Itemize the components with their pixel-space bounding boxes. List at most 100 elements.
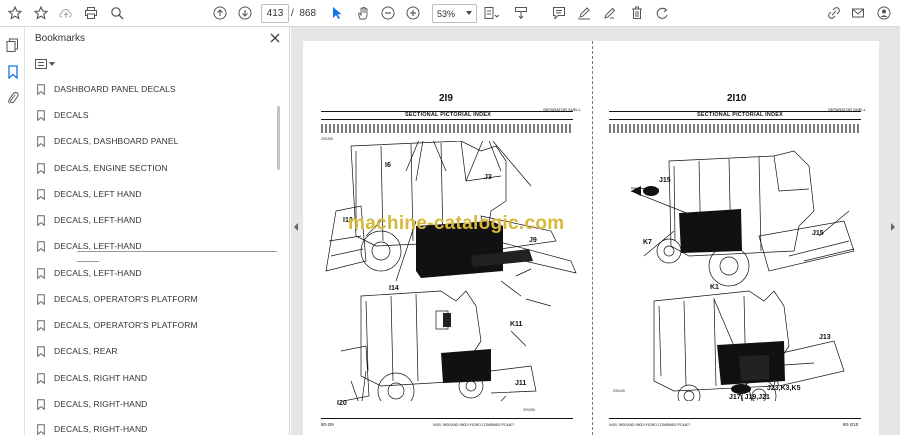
- zoom-search-icon[interactable]: [109, 4, 125, 22]
- bookmark-label: DECALS, OPERATOR'S PLATFORM: [54, 294, 198, 304]
- bookmark-item[interactable]: DECALS, REAR: [37, 341, 118, 361]
- bookmark-item[interactable]: DECALS: [37, 105, 89, 125]
- bookmark-label: DECALS, OPERATOR'S PLATFORM: [54, 320, 198, 330]
- bookmark-label: DECALS, DASHBOARD PANEL: [54, 136, 179, 146]
- account-icon[interactable]: [876, 4, 892, 22]
- bookmark-item[interactable]: DECALS, OPERATOR'S PLATFORM: [37, 289, 198, 309]
- footer-rule: [321, 418, 573, 419]
- highlight-pen-icon[interactable]: [576, 4, 592, 22]
- bookmark-label: DECALS, ENGINE SECTION: [54, 163, 168, 173]
- collapse-left-icon[interactable]: [294, 223, 298, 231]
- bookmark-icon: [37, 162, 45, 174]
- zoom-level-select[interactable]: 53%: [432, 4, 477, 23]
- select-cursor-icon[interactable]: [330, 4, 344, 22]
- selection-underline: [77, 251, 277, 252]
- close-icon[interactable]: [269, 31, 281, 43]
- bookmark-label: DECALS, LEFT-HAND: [54, 241, 142, 251]
- chevron-down-icon: [49, 62, 55, 66]
- print-icon[interactable]: [83, 4, 99, 22]
- footer-center: 9400, 9500 AND 9500 HYDRO COMBINES PC440…: [433, 423, 515, 427]
- attachment-icon[interactable]: [4, 89, 21, 107]
- bookmark-icon: [37, 293, 45, 305]
- hand-tool-icon[interactable]: [355, 4, 371, 22]
- trash-icon[interactable]: [629, 4, 645, 22]
- bookmark-item[interactable]: DECALS, OPERATOR'S PLATFORM: [37, 315, 198, 335]
- bookmark-label: DECALS, RIGHT HAND: [54, 373, 148, 383]
- pdf-page-spread: 2I9 SEPARATOR SHELL SECTIONAL PICTORIAL …: [303, 41, 879, 435]
- bookmark-label: DECALS, LEFT-HAND: [54, 268, 142, 278]
- bookmark-item[interactable]: DECALS, LEFT HAND: [37, 184, 142, 204]
- draw-icon[interactable]: [602, 4, 618, 22]
- bookmark-label: DECALS, REAR: [54, 346, 118, 356]
- bookmark-label: DECALS, LEFT HAND: [54, 189, 142, 199]
- bookmark-options-button[interactable]: [35, 57, 57, 71]
- bookmark-item[interactable]: DASHBOARD PANEL DECALS: [37, 79, 176, 99]
- page-number-input[interactable]: 413: [261, 4, 289, 23]
- bookmark-icon: [37, 109, 45, 121]
- bookmark-item[interactable]: DECALS, LEFT-HAND: [37, 210, 142, 230]
- bookmark-add-icon[interactable]: [7, 4, 23, 22]
- bookmark-label: DECALS, LEFT-HAND: [54, 215, 142, 225]
- combine-illustration-right: [630, 150, 855, 401]
- bookmark-label: DECALS, RIGHT-HAND: [54, 424, 148, 434]
- bookmark-item[interactable]: DECALS, ENGINE SECTION: [37, 158, 168, 178]
- fit-page-icon[interactable]: [482, 4, 502, 22]
- email-icon[interactable]: [850, 4, 866, 22]
- right-page-title: SECTIONAL PICTORIAL INDEX: [697, 112, 783, 118]
- star-icon[interactable]: [33, 4, 49, 22]
- combine-illustration-left: [325, 141, 577, 401]
- bookmark-icon: [37, 135, 45, 147]
- bookmark-icon: [37, 240, 45, 252]
- figure-id: Z90456: [523, 408, 535, 412]
- callout-label: J15: [659, 177, 671, 184]
- header-rule: [609, 119, 861, 120]
- cloud-upload-icon[interactable]: [57, 4, 75, 22]
- panel-scrollbar[interactable]: [277, 106, 280, 170]
- callout-label: J11: [515, 380, 527, 387]
- callout-label: I20: [337, 400, 347, 407]
- comment-icon[interactable]: [551, 4, 567, 22]
- bookmark-item[interactable]: DECALS, DASHBOARD PANEL: [37, 131, 178, 151]
- bookmark-item[interactable]: DECALS, RIGHT-HAND: [37, 419, 147, 439]
- next-page-icon[interactable]: [237, 4, 253, 22]
- bookmark-icon: [37, 345, 45, 357]
- bookmarks-rail-icon[interactable]: [4, 63, 21, 81]
- bookmark-icon: [37, 214, 45, 226]
- share-link-icon[interactable]: [826, 4, 842, 22]
- callout-label: J13: [819, 334, 831, 341]
- scroll-mode-icon[interactable]: [513, 4, 529, 22]
- figure-id: Z90445: [613, 389, 625, 393]
- document-viewer[interactable]: 2I9 SEPARATOR SHELL SECTIONAL PICTORIAL …: [291, 27, 900, 435]
- bookmark-icon: [37, 319, 45, 331]
- bookmark-label: DECALS: [54, 110, 89, 120]
- main-toolbar: 413 / 868 53%: [0, 0, 900, 27]
- callout-label: I8: [454, 264, 460, 271]
- callout-label: K11: [510, 321, 523, 328]
- page-thumbnails-icon[interactable]: [4, 36, 21, 54]
- left-page-number: 2I9: [439, 93, 453, 104]
- callout-label: K7: [643, 239, 652, 246]
- spread-divider: [592, 41, 593, 435]
- callout-label: J15: [812, 230, 824, 237]
- bookmark-item[interactable]: DECALS, LEFT-HAND: [37, 263, 142, 283]
- bookmark-label: DASHBOARD PANEL DECALS: [54, 84, 176, 94]
- bookmark-item-selected[interactable]: DECALS, LEFT-HAND: [37, 236, 142, 256]
- zoom-out-icon[interactable]: [380, 4, 396, 22]
- left-page-title: SECTIONAL PICTORIAL INDEX: [405, 112, 491, 118]
- zoom-in-icon[interactable]: [405, 4, 421, 22]
- previous-page-icon[interactable]: [212, 4, 228, 22]
- text-block: [609, 124, 861, 133]
- footer-center: 9400, 9500 AND 9500 HYDRO COMBINES PC440…: [609, 423, 691, 427]
- bookmark-label: DECALS, RIGHT-HAND: [54, 399, 148, 409]
- undo-icon[interactable]: [654, 4, 670, 22]
- bookmark-item[interactable]: DECALS, RIGHT HAND: [37, 368, 147, 388]
- bookmark-item[interactable]: DECALS, RIGHT-HAND: [37, 394, 147, 414]
- selection-underline: [77, 261, 99, 262]
- right-footer: 80-2I10: [843, 422, 859, 427]
- side-rail: [0, 27, 25, 435]
- bookmark-icon: [37, 372, 45, 384]
- callout-label: J3: [484, 174, 492, 181]
- callout-label: I14: [389, 285, 399, 292]
- collapse-right-icon[interactable]: [891, 223, 895, 231]
- callout-label: J23,K3,K5: [767, 385, 801, 392]
